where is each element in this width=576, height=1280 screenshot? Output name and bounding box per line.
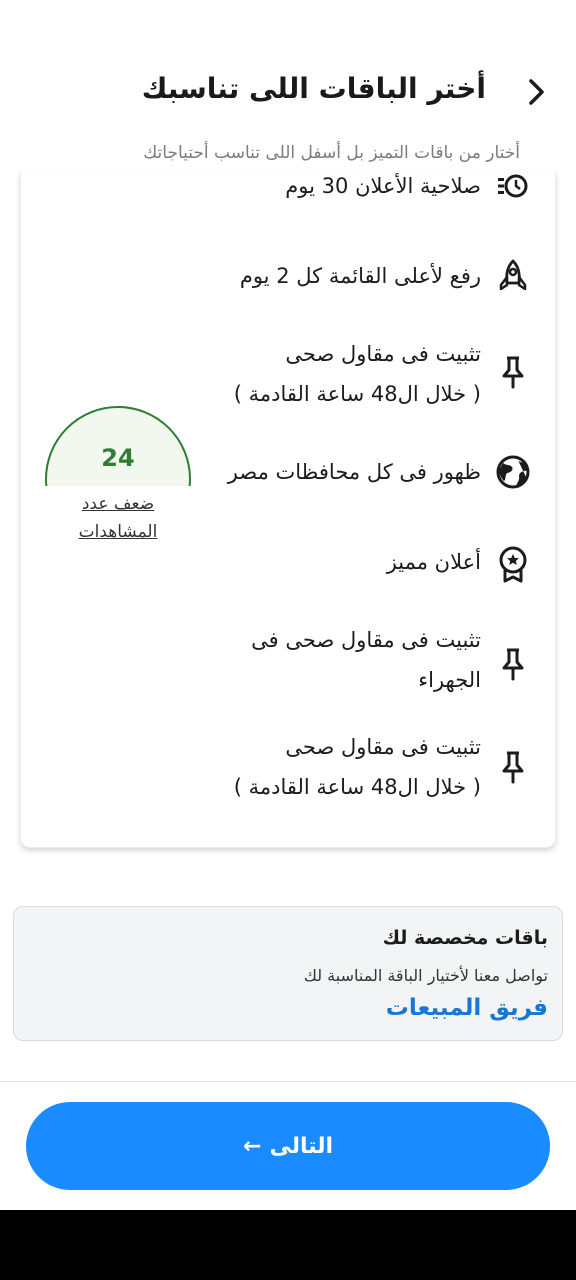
custom-packages-description: تواصل معنا لأختيار الباقة المناسبة لك <box>303 966 548 985</box>
next-button[interactable]: التالى ← <box>26 1102 550 1190</box>
page-subtitle: أختار من باقات التميز بل أسفل اللى تناسب… <box>143 143 520 163</box>
page-title: أختر الباقات اللى تناسبك <box>141 72 486 105</box>
badge-label-line1: ضعف عدد <box>81 494 155 514</box>
feature-text-line2: ( خلال ال48 ساعة القادمة ) <box>233 382 481 406</box>
sales-team-link[interactable]: فريق المبيعات <box>386 995 548 1021</box>
badge-number: 24 <box>101 444 135 472</box>
feature-text-line2: الجهراء <box>418 668 481 692</box>
arrow-left-icon: ← <box>243 1133 262 1159</box>
feature-text-line1: تثبيت فى مقاول صحى فى <box>251 628 481 652</box>
package-card[interactable]: صلاحية الأعلان 30 يوم رفع لأعلى القائمة … <box>20 172 556 848</box>
next-button-label: التالى <box>269 1133 333 1159</box>
custom-packages-box: باقات مخصصة لك تواصل معنا لأختيار الباقة… <box>13 906 563 1041</box>
pin-icon <box>495 354 531 390</box>
pin-icon <box>495 749 531 785</box>
award-icon <box>495 546 531 583</box>
views-multiplier-badge: 24 ضعف عدد المشاهدات <box>45 406 191 551</box>
feature-text-line2: ( خلال ال48 ساعة القادمة ) <box>233 775 481 799</box>
header: أختر الباقات اللى تناسبك <box>0 60 576 124</box>
custom-packages-title: باقات مخصصة لك <box>382 927 548 949</box>
chevron-right-icon <box>529 79 544 105</box>
feature-text: صلاحية الأعلان 30 يوم <box>285 174 481 198</box>
rocket-icon <box>495 258 531 294</box>
divider <box>0 1081 576 1082</box>
badge-label-line2: المشاهدات <box>78 522 158 542</box>
back-button[interactable] <box>518 74 554 110</box>
badge-label[interactable]: ضعف عدد المشاهدات <box>45 490 191 546</box>
feature-text: أعلان مميز <box>386 550 481 574</box>
feature-text-line1: تثبيت فى مقاول صحى <box>285 735 481 759</box>
feature-text-line1: تثبيت فى مقاول صحى <box>285 342 481 366</box>
system-navigation-bar <box>0 1210 576 1280</box>
clock-list-icon <box>495 172 531 204</box>
feature-text: ظهور فى كل محافظات مصر <box>227 460 481 484</box>
pin-icon <box>495 646 531 682</box>
feature-text: رفع لأعلى القائمة كل 2 يوم <box>239 264 481 288</box>
globe-icon <box>495 454 531 490</box>
